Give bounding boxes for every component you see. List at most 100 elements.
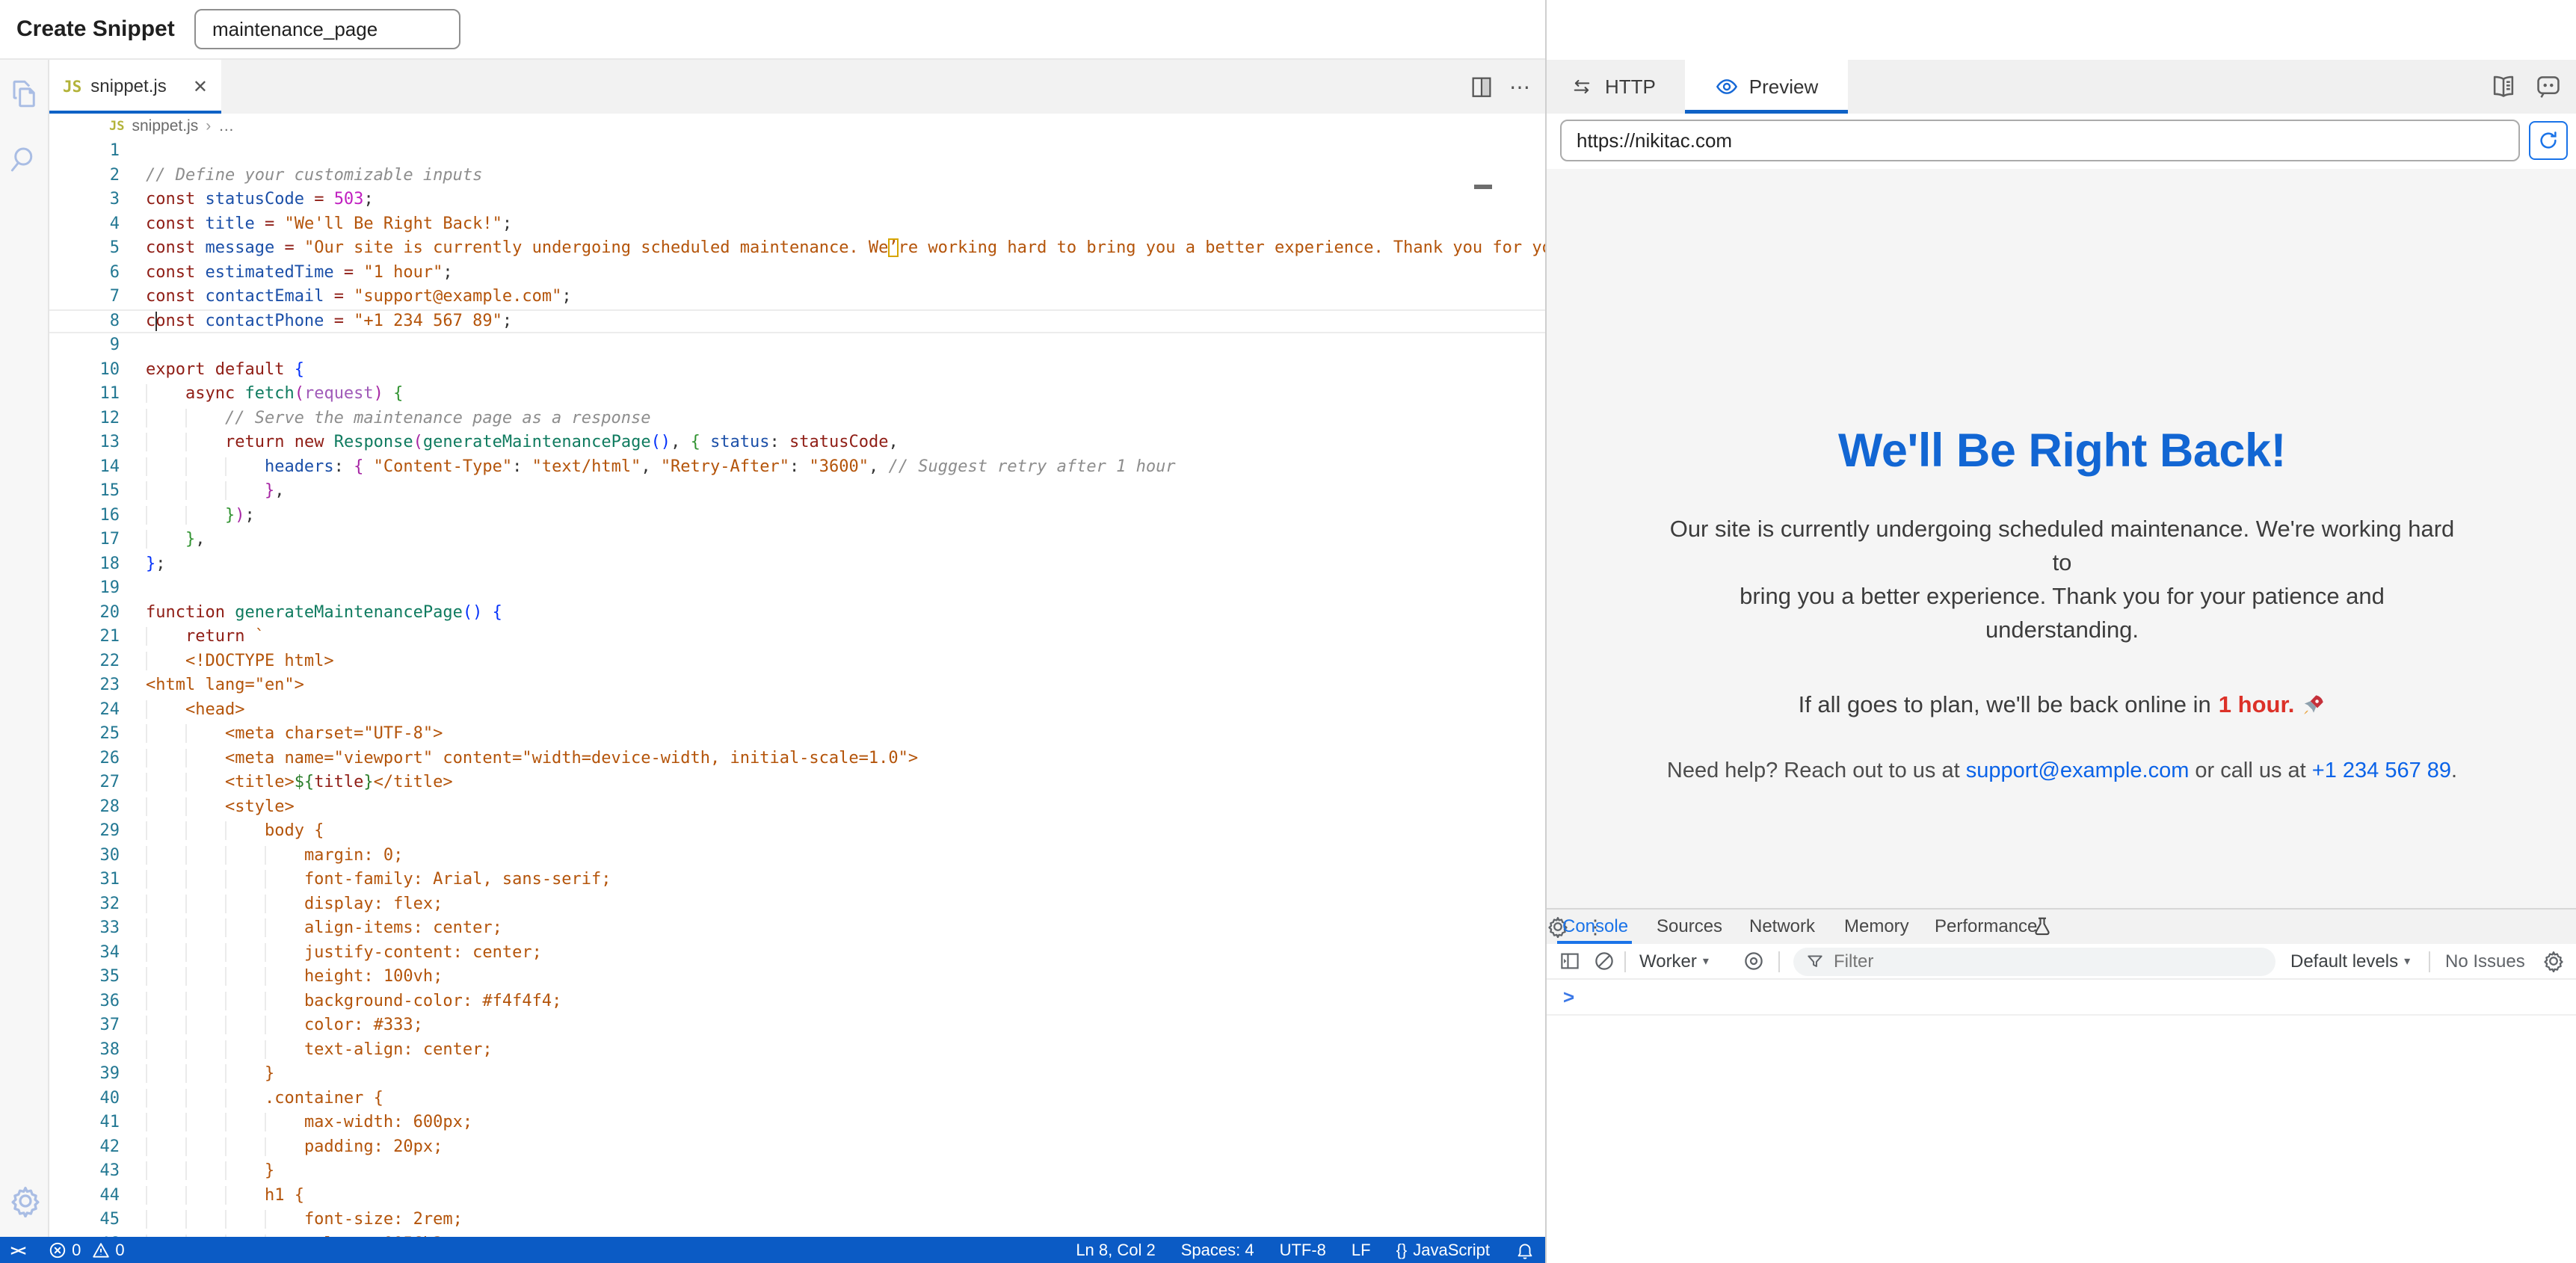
breadcrumb[interactable]: JS snippet.js › … [49,114,1545,139]
swap-arrows-icon [1571,75,1593,98]
code-line[interactable]: 8const contactPhone = "+1 234 567 89"; [49,309,1545,334]
tab-snippet-js[interactable]: JS snippet.js ✕ [49,60,221,114]
line-number: 21 [49,625,120,649]
code-line[interactable]: 38 text-align: center; [49,1038,1545,1063]
chevron-right-icon: › [206,117,211,135]
line-number: 45 [49,1208,120,1232]
code-line[interactable]: 27 <title>${title}</title> [49,771,1545,795]
cursor-position[interactable]: Ln 8, Col 2 [1076,1241,1155,1260]
code-line[interactable]: 6const estimatedTime = "1 hour"; [49,261,1545,285]
eol-setting[interactable]: LF [1352,1241,1371,1260]
line-number: 37 [49,1013,120,1038]
breadcrumb-more[interactable]: … [218,117,234,135]
code-line[interactable]: 7const contactEmail = "support@example.c… [49,285,1545,309]
preview-url-input[interactable] [1560,120,2520,161]
code-line[interactable]: 44 h1 { [49,1184,1545,1208]
discord-chat-icon[interactable] [2534,72,2563,101]
code-line[interactable]: 28 <style> [49,795,1545,820]
default-levels-dropdown[interactable]: Default levels▾ [2290,944,2410,980]
code-line[interactable]: 34 justify-content: center; [49,941,1545,966]
devtools-tab-memory[interactable]: Memory [1844,910,1909,944]
reload-button[interactable] [2529,121,2568,160]
code-line[interactable]: 41 max-width: 600px; [49,1111,1545,1135]
filter-input[interactable] [1832,951,2264,973]
clear-console-icon[interactable] [1593,950,1617,974]
code-line[interactable]: 25 <meta charset="UTF-8"> [49,722,1545,747]
code-line[interactable]: 36 background-color: #f4f4f4; [49,989,1545,1014]
code-line[interactable]: 32 display: flex; [49,892,1545,917]
javascript-file-icon: JS [63,78,81,96]
code-line[interactable]: 42 padding: 20px; [49,1135,1545,1160]
devtools-tab-sources[interactable]: Sources [1657,910,1722,944]
line-number: 14 [49,455,120,480]
console-sidebar-toggle-icon[interactable] [1559,950,1583,974]
code-line[interactable]: 43 } [49,1159,1545,1184]
tab-http[interactable]: HTTP [1547,60,1685,114]
devtools-tab-performance[interactable]: Performance [1935,910,2037,944]
code-line[interactable]: 4const title = "We'll Be Right Back!"; [49,212,1545,237]
code-line[interactable]: 10export default { [49,358,1545,383]
editor-tab-bar: JS snippet.js ✕ ⋯ [49,60,1545,114]
code-line[interactable]: 23<html lang="en"> [49,673,1545,698]
tab-preview[interactable]: Preview [1685,60,1848,114]
code-line[interactable]: 30 margin: 0; [49,844,1545,868]
devtools-tab-network[interactable]: Network [1749,910,1815,944]
code-line[interactable]: 21 return ` [49,625,1545,649]
code-line[interactable]: 29 body { [49,819,1545,844]
execution-context-dropdown[interactable]: Worker▾ [1639,944,1709,980]
no-issues-label[interactable]: No Issues [2445,944,2525,980]
close-tab-icon[interactable]: ✕ [193,76,208,98]
warnings-indicator[interactable]: 0 [91,1241,124,1260]
code-line[interactable]: 39 } [49,1062,1545,1087]
code-line[interactable]: 18}; [49,552,1545,577]
line-number: 31 [49,868,120,892]
code-line[interactable]: 26 <meta name="viewport" content="width=… [49,747,1545,771]
code-line[interactable]: 19 [49,576,1545,601]
docs-book-icon[interactable] [2489,72,2518,101]
code-line[interactable]: 35 height: 100vh; [49,965,1545,989]
search-icon[interactable] [9,143,40,175]
code-line[interactable]: 40 .container { [49,1087,1545,1111]
notifications-bell-icon[interactable] [1515,1241,1535,1260]
code-line[interactable]: 12 // Serve the maintenance page as a re… [49,407,1545,431]
code-line[interactable]: 13 return new Response(generateMaintenan… [49,430,1545,455]
code-line[interactable]: 15 }, [49,479,1545,504]
phone-link[interactable]: +1 234 567 89 [2312,759,2451,782]
eye-icon [1715,75,1739,99]
code-line[interactable]: 2// Define your customizable inputs [49,164,1545,188]
support-email-link[interactable]: support@example.com [1966,759,2190,782]
split-editor-icon[interactable] [1469,74,1494,99]
code-line[interactable]: 3const statusCode = 503; [49,188,1545,212]
remote-indicator-icon[interactable]: >< [10,1241,24,1259]
devtools-tab-console[interactable]: Console [1562,910,1628,944]
more-actions-icon[interactable]: ⋯ [1509,75,1532,99]
line-number: 1 [49,139,120,164]
code-line[interactable]: 9 [49,333,1545,358]
code-editor[interactable]: 12// Define your customizable inputs3con… [49,139,1545,1237]
files-icon[interactable] [9,78,40,109]
code-line[interactable]: 1 [49,139,1545,164]
code-line[interactable]: 20function generateMaintenancePage() { [49,601,1545,626]
code-line[interactable]: 17 }, [49,528,1545,552]
code-line[interactable]: 37 color: #333; [49,1013,1545,1038]
live-expression-eye-icon[interactable] [1743,950,1766,974]
code-line[interactable]: 16 }); [49,504,1545,528]
errors-indicator[interactable]: 0 [48,1241,81,1260]
code-line[interactable]: 22 <!DOCTYPE html> [49,649,1545,674]
console-filter[interactable] [1793,948,2275,976]
console-settings-gear-icon[interactable] [2542,950,2566,974]
code-line[interactable]: 45 font-size: 2rem; [49,1208,1545,1232]
settings-gear-icon[interactable] [9,1185,40,1216]
code-line[interactable]: 24 <head> [49,698,1545,723]
console-prompt-row[interactable]: > [1547,980,2576,1016]
snippet-name-input[interactable] [194,9,460,49]
breadcrumb-file[interactable]: snippet.js [132,117,198,135]
code-line[interactable]: 31 font-family: Arial, sans-serif; [49,868,1545,892]
indentation-setting[interactable]: Spaces: 4 [1181,1241,1254,1260]
language-mode[interactable]: {} JavaScript [1396,1241,1490,1260]
encoding-setting[interactable]: UTF-8 [1280,1241,1326,1260]
code-line[interactable]: 14 headers: { "Content-Type": "text/html… [49,455,1545,480]
code-line[interactable]: 11 async fetch(request) { [49,382,1545,407]
code-line[interactable]: 33 align-items: center; [49,916,1545,941]
code-line[interactable]: 5const message = "Our site is currently … [49,236,1545,261]
